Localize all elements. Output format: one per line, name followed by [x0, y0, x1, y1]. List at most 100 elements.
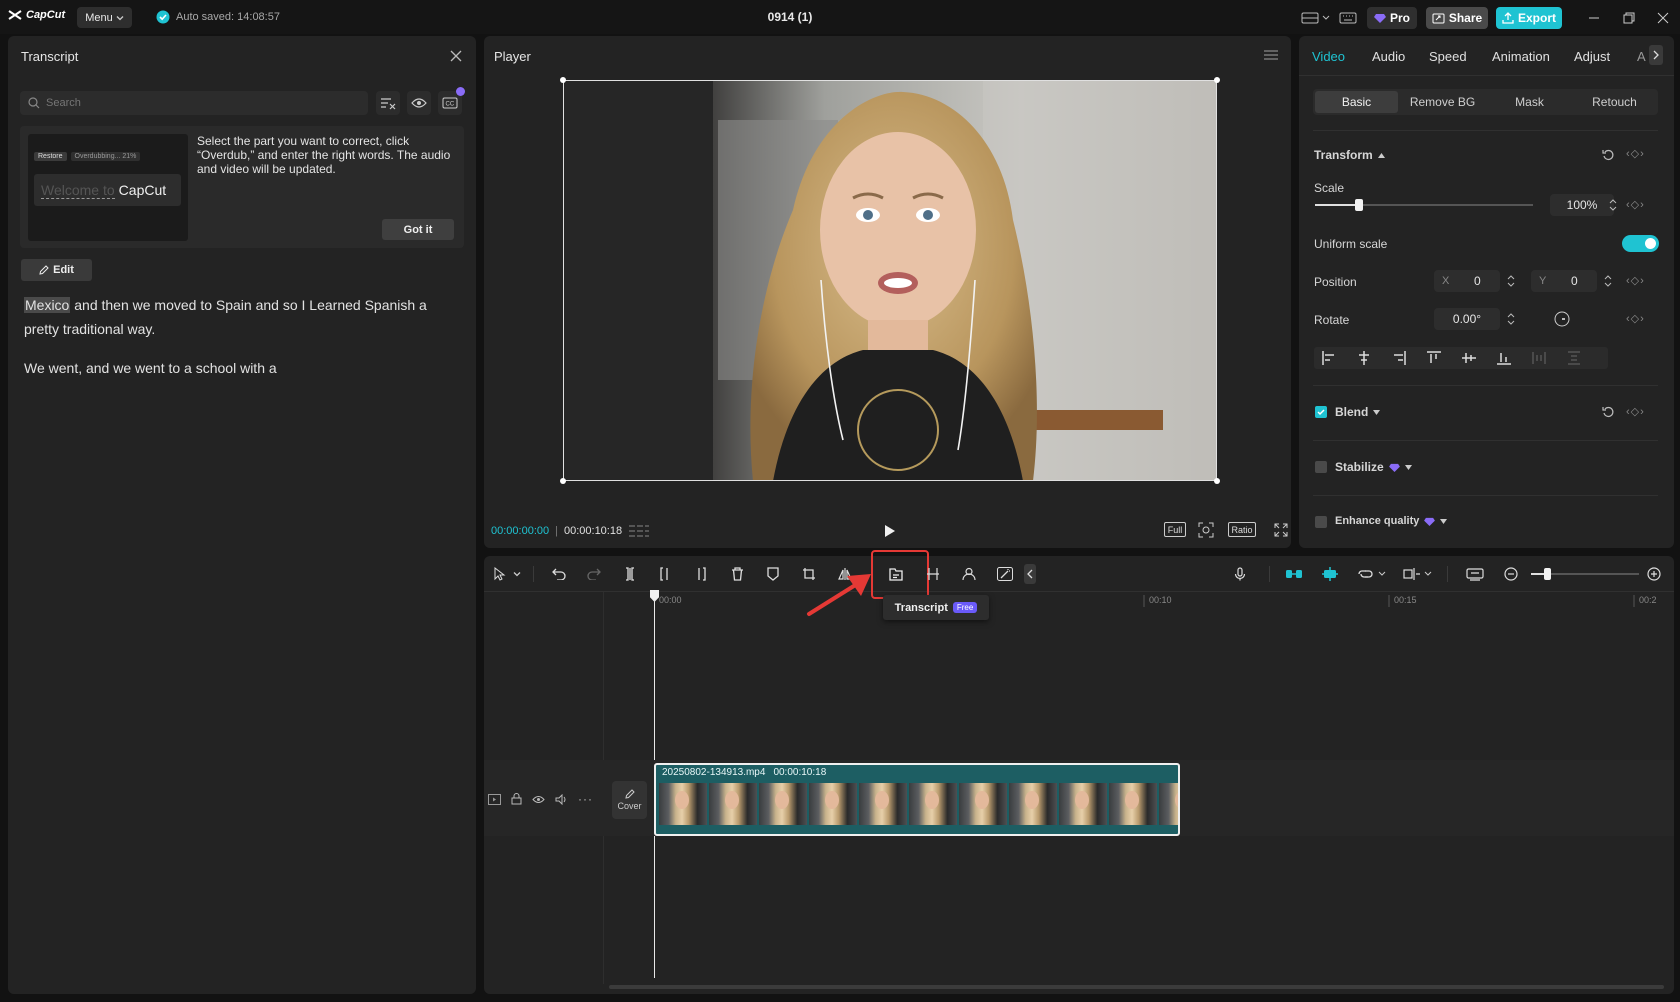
player-menu-button[interactable]: [1262, 48, 1280, 62]
filter-button[interactable]: [376, 91, 400, 115]
link-button[interactable]: [1352, 560, 1392, 588]
zoom-slider-thumb[interactable]: [1544, 568, 1551, 580]
more-icon[interactable]: ···: [578, 792, 593, 806]
scale-stepper[interactable]: [1607, 195, 1619, 215]
fullscreen-button[interactable]: [1271, 520, 1291, 540]
position-y-stepper[interactable]: [1602, 271, 1614, 291]
marker-button[interactable]: [759, 560, 787, 588]
scale-slider-thumb[interactable]: [1354, 199, 1363, 211]
full-quality-button[interactable]: Full: [1164, 522, 1186, 537]
speaker-icon[interactable]: [555, 793, 568, 805]
blend-checkbox[interactable]: [1315, 406, 1327, 418]
stabilize-header[interactable]: Stabilize: [1335, 460, 1412, 474]
lock-icon[interactable]: [511, 793, 522, 805]
timecode-grid-icon[interactable]: [628, 524, 650, 538]
search-input[interactable]: [20, 91, 368, 115]
distribute-h-icon[interactable]: [1530, 349, 1548, 367]
main-track-magnet-button[interactable]: [1280, 560, 1308, 588]
align-center-h-icon[interactable]: [1355, 349, 1373, 367]
align-right-icon[interactable]: [1390, 349, 1408, 367]
minimize-button[interactable]: [1585, 9, 1603, 27]
rotate-input[interactable]: 0.00°: [1434, 308, 1500, 330]
transcript-paragraph-2[interactable]: We went, and we went to a school with a: [24, 356, 454, 380]
align-bottom-icon[interactable]: [1495, 349, 1513, 367]
captions-button[interactable]: CC: [438, 87, 465, 115]
pro-button[interactable]: Pro: [1367, 7, 1417, 29]
tab-adjust[interactable]: Adjust: [1574, 49, 1610, 64]
zoom-fit-button[interactable]: [1196, 520, 1216, 540]
resize-handle-bl[interactable]: [560, 478, 566, 484]
tab-more[interactable]: A: [1637, 49, 1646, 64]
layout-switch-button[interactable]: [1299, 9, 1333, 27]
magic-button[interactable]: [991, 560, 1019, 588]
split-left-button[interactable]: [651, 560, 679, 588]
blend-header[interactable]: Blend: [1335, 405, 1381, 419]
got-it-button[interactable]: Got it: [382, 219, 454, 240]
selection-frame[interactable]: [563, 80, 1217, 481]
split-button[interactable]: [616, 560, 644, 588]
freeze-button[interactable]: [919, 560, 947, 588]
align-left-icon[interactable]: [1320, 349, 1338, 367]
tab-scroll-button[interactable]: [1649, 45, 1663, 65]
highlighted-word[interactable]: Mexico: [24, 297, 71, 313]
keyframe-icon[interactable]: ‹◇›: [1626, 312, 1645, 325]
keyframe-icon[interactable]: ‹◇›: [1626, 198, 1645, 211]
rotate-dial[interactable]: [1553, 310, 1571, 328]
person-button[interactable]: [955, 560, 983, 588]
keyframe-icon[interactable]: ‹◇›: [1626, 405, 1645, 418]
transform-header[interactable]: Transform: [1314, 148, 1385, 162]
position-y-input[interactable]: Y 0: [1531, 270, 1597, 292]
menu-button[interactable]: Menu: [77, 7, 132, 28]
subtab-retouch[interactable]: Retouch: [1572, 90, 1657, 114]
enhance-quality-header[interactable]: Enhance quality: [1335, 515, 1448, 527]
reset-blend-button[interactable]: [1600, 404, 1616, 420]
subtab-remove-bg[interactable]: Remove BG: [1400, 90, 1485, 114]
tab-animation[interactable]: Animation: [1492, 49, 1550, 64]
tab-video[interactable]: Video: [1312, 49, 1345, 64]
transcript-paragraph-1[interactable]: Mexico and then we moved to Spain and so…: [24, 293, 454, 341]
thumbnail-button[interactable]: [1461, 560, 1489, 588]
auto-snap-button[interactable]: [1316, 560, 1344, 588]
edit-button[interactable]: Edit: [21, 259, 92, 281]
undo-button[interactable]: [545, 560, 573, 588]
keyframe-icon[interactable]: ‹◇›: [1626, 147, 1645, 160]
subtab-basic[interactable]: Basic: [1315, 91, 1398, 113]
split-right-button[interactable]: [687, 560, 715, 588]
zoom-slider[interactable]: [1531, 568, 1639, 580]
rotate-stepper[interactable]: [1505, 309, 1517, 329]
subtab-mask[interactable]: Mask: [1487, 90, 1572, 114]
tab-audio[interactable]: Audio: [1372, 49, 1405, 64]
zoom-in-button[interactable]: [1640, 560, 1668, 588]
share-button[interactable]: Share: [1426, 7, 1488, 29]
toolbar-collapse-button[interactable]: [1024, 564, 1036, 584]
restore-button[interactable]: [1620, 9, 1638, 27]
align-top-icon[interactable]: [1425, 349, 1443, 367]
tab-speed[interactable]: Speed: [1429, 49, 1467, 64]
preview-axis-button[interactable]: [1398, 560, 1438, 588]
stabilize-checkbox[interactable]: [1315, 461, 1327, 473]
position-x-input[interactable]: X 0: [1434, 270, 1500, 292]
search-field[interactable]: [46, 97, 346, 109]
timeline-scrollbar[interactable]: [609, 985, 1664, 989]
select-tool-dropdown[interactable]: [508, 560, 526, 588]
play-button[interactable]: [878, 521, 902, 541]
visibility-button[interactable]: [407, 91, 431, 115]
reset-transform-button[interactable]: [1600, 147, 1616, 163]
shortcuts-button[interactable]: [1338, 9, 1358, 27]
keyframe-icon[interactable]: ‹◇›: [1626, 274, 1645, 287]
close-panel-button[interactable]: [448, 48, 464, 64]
position-x-stepper[interactable]: [1505, 271, 1517, 291]
align-center-v-icon[interactable]: [1460, 349, 1478, 367]
zoom-out-button[interactable]: [1497, 560, 1525, 588]
export-button[interactable]: Export: [1496, 7, 1562, 29]
ratio-button[interactable]: Ratio: [1228, 522, 1256, 537]
resize-handle-tl[interactable]: [560, 77, 566, 83]
delete-button[interactable]: [723, 560, 751, 588]
uniform-scale-toggle[interactable]: [1622, 235, 1659, 252]
cover-button[interactable]: Cover: [612, 781, 647, 819]
close-window-button[interactable]: [1654, 9, 1672, 27]
enhance-quality-checkbox[interactable]: [1315, 516, 1327, 528]
eye-icon[interactable]: [532, 795, 545, 804]
record-voice-button[interactable]: [1226, 560, 1254, 588]
redo-button[interactable]: [580, 560, 608, 588]
